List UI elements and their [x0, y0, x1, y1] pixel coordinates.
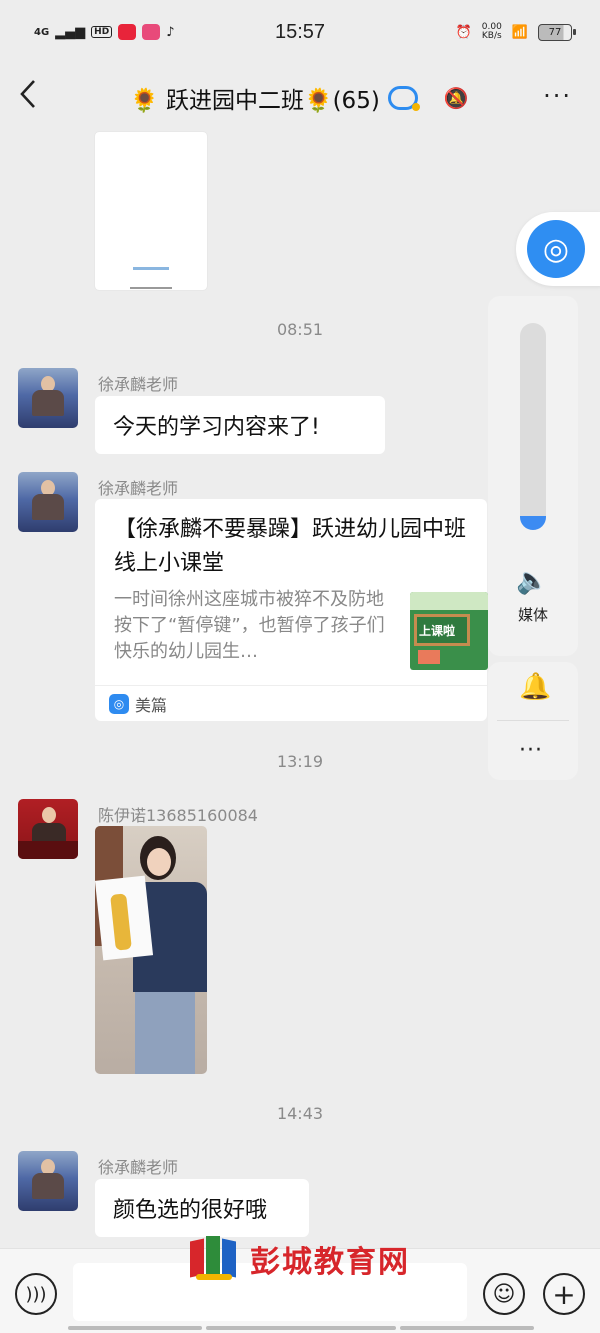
avatar-body	[32, 494, 64, 520]
meipian-icon: ◎	[109, 694, 129, 714]
photo-legs	[135, 992, 195, 1074]
home-indicator	[400, 1326, 534, 1330]
more-dots-icon[interactable]: ···	[519, 738, 543, 763]
status-bar: 4G ▂▄▆ HD ♪ 15:57 ⏰ 0.00 KB/s 📶 77	[0, 0, 600, 64]
chevron-left-icon	[20, 80, 35, 108]
avatar[interactable]	[18, 472, 78, 532]
mute-bell-icon: 🔕	[443, 86, 469, 110]
clock: 15:57	[274, 20, 326, 43]
card-description: 一时间徐州这座城市被猝不及防地按下了“暂停键”，也暂停了孩子们快乐的幼儿园生…	[114, 589, 385, 662]
chat-header: 🌻 跃进园中二班🌻(65) 🔕 ···	[0, 64, 600, 130]
avatar-body	[32, 1173, 64, 1199]
link-card[interactable]: 【徐承麟不要暴躁】跃进幼儿园中班线上小课堂 一时间徐州这座城市被猝不及防地按下了…	[95, 499, 488, 721]
voice-icon: )))	[25, 1283, 47, 1305]
avatar-head	[42, 807, 56, 823]
emoji-button[interactable]: ☺	[483, 1273, 525, 1315]
bell-icon[interactable]: 🔔	[519, 672, 551, 702]
home-indicator	[206, 1326, 396, 1330]
photo-message[interactable]	[95, 826, 207, 1074]
battery-indicator: 77	[538, 23, 576, 41]
doc-bottom-line	[130, 287, 172, 289]
logo-part	[196, 1274, 232, 1280]
plus-button[interactable]: +	[543, 1273, 585, 1315]
card-source: ◎ 美篇	[109, 692, 167, 716]
more-options-button[interactable]: ···	[543, 82, 572, 110]
media-label: 媒体	[518, 606, 549, 624]
avatar[interactable]	[18, 368, 78, 428]
card-divider	[95, 685, 487, 686]
message-bubble[interactable]: 颜色选的很好哦	[95, 1179, 309, 1237]
logo-part	[222, 1238, 236, 1278]
thumb-text: 上课啦	[419, 624, 456, 638]
logo-part	[190, 1238, 204, 1278]
thumb-sky	[410, 592, 488, 610]
shared-document-thumbnail[interactable]	[95, 132, 207, 290]
avatar[interactable]	[18, 799, 78, 859]
watermark: 彭城教育网	[186, 1236, 410, 1282]
home-indicator	[68, 1326, 202, 1330]
back-button[interactable]	[18, 78, 48, 114]
chat-title-text: 🌻 跃进园中二班🌻(65)	[130, 88, 380, 114]
message-bubble[interactable]: 今天的学习内容来了!	[95, 396, 385, 454]
watermark-logo	[186, 1236, 242, 1282]
meipian-float-button[interactable]: ◎	[516, 212, 600, 286]
sender-name: 陈伊诺13685160084	[98, 806, 258, 825]
card-thumbnail: 上课啦	[410, 592, 488, 670]
doc-footer-line	[133, 267, 169, 270]
panel-divider	[497, 720, 569, 721]
speaker-icon[interactable]: 🔈	[516, 566, 548, 596]
photo-face	[147, 848, 171, 876]
meipian-logo-icon: ◎	[527, 220, 585, 278]
thumb-books	[418, 650, 440, 664]
timestamp: 14:43	[276, 1104, 324, 1123]
voice-button[interactable]: )))	[15, 1273, 57, 1315]
card-title: 【徐承麟不要暴躁】跃进幼儿园中班线上小课堂	[114, 517, 467, 576]
volume-fill	[520, 515, 546, 530]
emoji-icon: ☺	[492, 1281, 516, 1307]
plus-icon: +	[552, 1277, 576, 1311]
volume-slider[interactable]	[520, 323, 546, 530]
avatar-desk	[18, 841, 78, 859]
avatar[interactable]	[18, 1151, 78, 1211]
chat-title[interactable]: 🌻 跃进园中二班🌻(65) 🔕	[130, 81, 469, 115]
sender-name: 徐承麟老师	[98, 375, 179, 394]
sender-name: 徐承麟老师	[98, 1158, 179, 1177]
message-text: 颜色选的很好哦	[113, 1198, 268, 1223]
watermark-text: 彭城教育网	[250, 1245, 410, 1280]
avatar-body	[32, 390, 64, 416]
card-source-label: 美篇	[135, 696, 168, 715]
message-text: 今天的学习内容来了!	[113, 415, 320, 440]
logo-part	[206, 1236, 220, 1276]
sender-name: 徐承麟老师	[98, 479, 179, 498]
group-chat-icon	[387, 86, 420, 111]
